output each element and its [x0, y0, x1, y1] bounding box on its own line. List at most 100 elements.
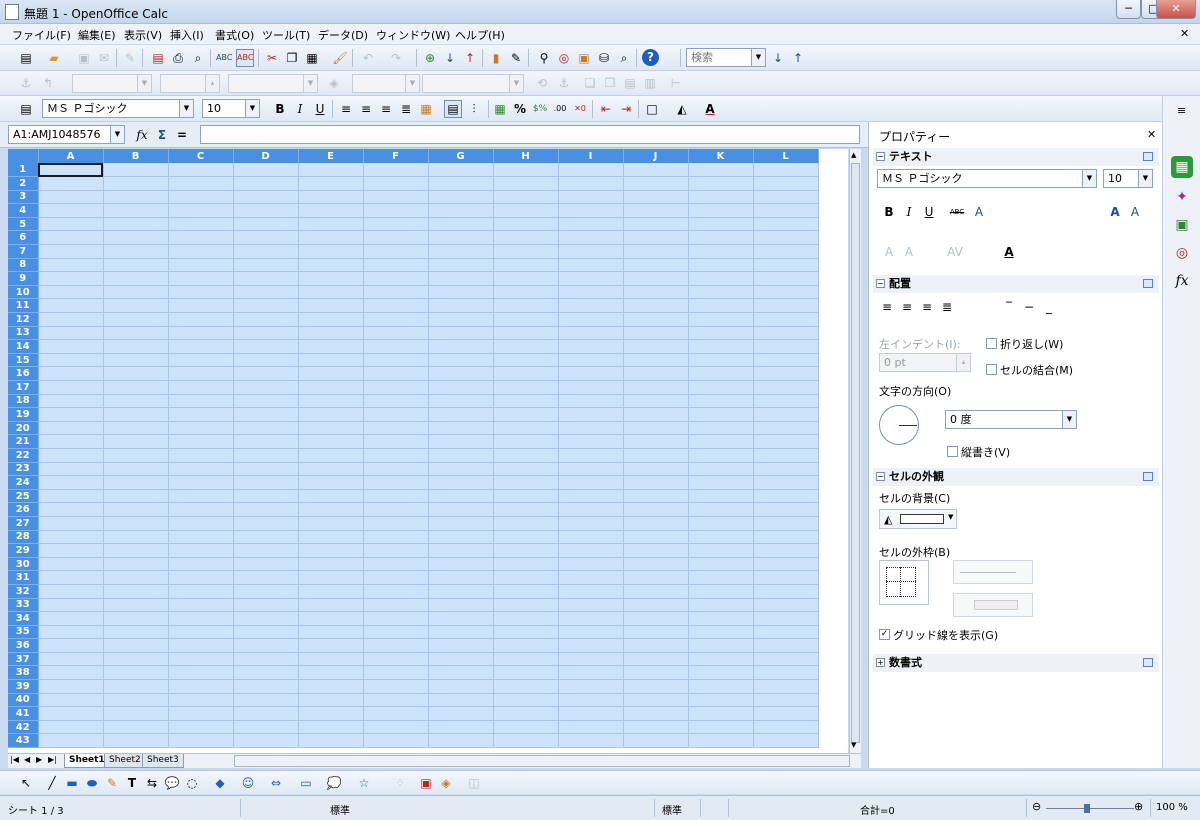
grid-cell[interactable]	[428, 163, 494, 178]
grid-cell[interactable]	[363, 421, 429, 436]
find-next-icon[interactable]: ↓	[770, 50, 786, 66]
grid-cell[interactable]	[298, 448, 364, 463]
grid-cell[interactable]	[298, 285, 364, 300]
sidebar-font-combo[interactable]: ＭＳ Ｐゴシック ▼	[877, 169, 1097, 188]
function-button[interactable]: =	[174, 127, 190, 143]
grid-cell[interactable]	[623, 285, 689, 300]
column-header[interactable]: A	[38, 149, 104, 163]
grid-cell[interactable]	[168, 665, 234, 681]
grid-cell[interactable]	[558, 230, 624, 246]
grid-cell[interactable]	[688, 217, 754, 232]
grid-cell[interactable]	[428, 312, 494, 327]
grid-cell[interactable]	[363, 665, 429, 681]
grid-cell[interactable]	[233, 584, 299, 599]
bold-button[interactable]: B	[272, 101, 288, 117]
grid-cell[interactable]	[233, 733, 299, 749]
grid-cell[interactable]	[233, 679, 299, 694]
stars-icon[interactable]: ☆	[356, 775, 372, 791]
grid-cell[interactable]	[428, 190, 494, 205]
column-header[interactable]: I	[558, 149, 624, 163]
grid-cell[interactable]	[233, 652, 299, 667]
sheet-tab-1[interactable]: Sheet1	[64, 754, 110, 768]
grid-cell[interactable]	[298, 407, 364, 422]
grid-cell[interactable]	[558, 394, 624, 409]
grid-cell[interactable]	[493, 665, 559, 681]
sidebar-align-middle-icon[interactable]: −	[1019, 297, 1039, 317]
menu-tools[interactable]: ツール(T)	[262, 27, 310, 43]
grid-cell[interactable]	[428, 462, 494, 477]
grid-cell[interactable]	[233, 312, 299, 327]
grid-cell[interactable]	[623, 665, 689, 681]
grid-cell[interactable]	[688, 339, 754, 354]
grid-cell[interactable]	[103, 638, 169, 653]
rotate-icon[interactable]: ⟲	[534, 75, 550, 91]
grid-cell[interactable]	[168, 203, 234, 218]
grid-cell[interactable]	[298, 462, 364, 477]
grid-cell[interactable]	[298, 380, 364, 395]
grid-cell[interactable]	[753, 611, 819, 626]
grid-cell[interactable]	[493, 448, 559, 463]
grid-cell[interactable]	[103, 502, 169, 517]
grid-cell[interactable]	[493, 489, 559, 504]
text-section-header[interactable]: − テキスト	[873, 148, 1159, 166]
redo-icon[interactable]: ↷	[388, 50, 404, 66]
sidebar-strike-button[interactable]: ABC	[947, 202, 967, 222]
number-format-section-header[interactable]: + 数書式	[873, 654, 1159, 672]
font-size-combo[interactable]: 10 ▼	[202, 99, 260, 118]
grid-cell[interactable]	[428, 407, 494, 422]
row-header[interactable]: 22	[8, 448, 39, 463]
row-header[interactable]: 27	[8, 516, 39, 531]
grid-cell[interactable]	[753, 217, 819, 232]
grid-cell[interactable]	[558, 176, 624, 191]
grid-cell[interactable]	[38, 543, 104, 558]
row-header[interactable]: 10	[8, 285, 39, 300]
grid-cell[interactable]	[623, 353, 689, 368]
grid-cell[interactable]	[363, 733, 429, 749]
grid-cell[interactable]	[168, 285, 234, 300]
row-header[interactable]: 6	[8, 230, 39, 246]
grid-cell[interactable]	[233, 203, 299, 218]
grid-cell[interactable]	[103, 271, 169, 286]
grid-cell[interactable]	[688, 230, 754, 246]
grid-cell[interactable]	[623, 598, 689, 613]
grid-cell[interactable]	[103, 298, 169, 314]
grid-cell[interactable]	[363, 448, 429, 463]
grid-cell[interactable]	[753, 244, 819, 259]
grid-cell[interactable]	[623, 230, 689, 246]
grid-cell[interactable]	[688, 693, 754, 708]
grid-cell[interactable]	[103, 530, 169, 545]
row-header[interactable]: 33	[8, 598, 39, 613]
grid-cell[interactable]	[38, 298, 104, 314]
grid-cell[interactable]	[623, 475, 689, 490]
grid-cell[interactable]	[753, 312, 819, 327]
grid-cell[interactable]	[558, 285, 624, 300]
grid-cell[interactable]	[558, 163, 624, 178]
grid-cell[interactable]	[558, 611, 624, 626]
grid-cell[interactable]	[428, 516, 494, 531]
zoom-icon[interactable]: ⌕	[616, 50, 632, 66]
grid-cell[interactable]	[103, 448, 169, 463]
grid-cell[interactable]	[493, 638, 559, 653]
grid-cell[interactable]	[493, 475, 559, 490]
grid-cell[interactable]	[493, 693, 559, 708]
grid-cell[interactable]	[688, 176, 754, 191]
grid-cell[interactable]	[688, 366, 754, 381]
grid-cell[interactable]	[103, 380, 169, 395]
grid-cell[interactable]	[363, 557, 429, 572]
row-header[interactable]: 9	[8, 271, 39, 286]
grid-cell[interactable]	[298, 516, 364, 531]
character-spacing-icon[interactable]: AV	[945, 242, 965, 262]
grid-cell[interactable]	[558, 407, 624, 422]
border-line-color-combo[interactable]	[953, 593, 1033, 617]
grid-cell[interactable]	[363, 693, 429, 708]
row-header[interactable]: 21	[8, 434, 39, 449]
row-header[interactable]: 8	[8, 258, 39, 273]
navigator-deck-icon[interactable]: ◎	[1171, 242, 1193, 264]
grid-cell[interactable]	[38, 380, 104, 395]
grid-cell[interactable]	[493, 271, 559, 286]
grid-cell[interactable]	[233, 407, 299, 422]
grow-font-icon[interactable]: A	[1105, 202, 1125, 222]
grid-cell[interactable]	[493, 611, 559, 626]
grid-cell[interactable]	[623, 720, 689, 735]
grid-cell[interactable]	[103, 652, 169, 667]
